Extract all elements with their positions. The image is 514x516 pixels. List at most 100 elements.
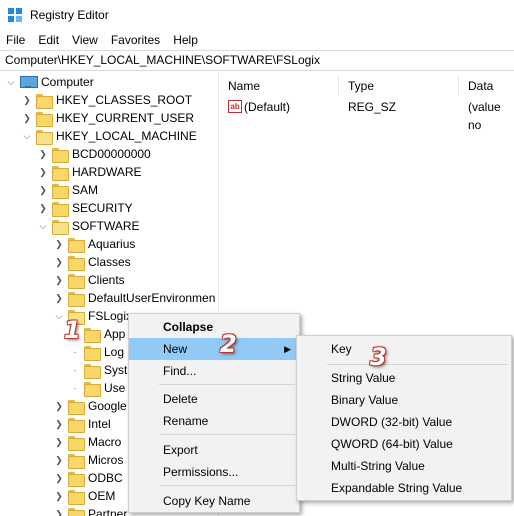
chevron-right-icon[interactable]: ❯ — [54, 469, 64, 487]
value-data: (value no — [468, 100, 501, 132]
table-row[interactable]: ab (Default) REG_SZ (value no — [222, 98, 514, 132]
chevron-right-icon[interactable]: ❯ — [54, 271, 64, 289]
submenu-item-binary-value[interactable]: Binary Value — [297, 389, 511, 411]
tree-item-label: Google — [88, 399, 127, 413]
menu-item-export[interactable]: Export — [129, 439, 299, 461]
chevron-right-icon[interactable]: ❯ — [54, 235, 64, 253]
menu-item-rename[interactable]: Rename — [129, 410, 299, 432]
chevron-right-icon[interactable]: ❯ — [22, 109, 32, 127]
tree-item-software[interactable]: ⌵ SOFTWARE — [38, 217, 140, 235]
submenu-item-dword-value[interactable]: DWORD (32-bit) Value — [297, 411, 511, 433]
menu-item-delete[interactable]: Delete — [129, 388, 299, 410]
tree-item-hklm[interactable]: ⌵ HKEY_LOCAL_MACHINE — [22, 127, 197, 145]
chevron-right-icon[interactable]: ❯ — [54, 433, 64, 451]
tree-line: · — [73, 365, 77, 375]
folder-icon — [36, 93, 53, 109]
step-callout-1: 1 — [64, 316, 81, 344]
tree-item-security[interactable]: ❯ SECURITY — [38, 199, 133, 217]
tree-item-label: App — [104, 327, 126, 341]
chevron-right-icon[interactable]: ❯ — [54, 505, 64, 516]
chevron-down-icon[interactable]: ⌵ — [54, 307, 64, 325]
tree-item-system[interactable]: · Syst — [70, 361, 127, 379]
folder-icon — [68, 489, 85, 505]
chevron-down-icon[interactable]: ⌵ — [38, 217, 48, 235]
folder-icon — [68, 417, 85, 433]
menu-edit[interactable]: Edit — [32, 30, 66, 50]
tree-item-sam[interactable]: ❯ SAM — [38, 181, 98, 199]
folder-icon — [68, 507, 85, 516]
chevron-right-icon[interactable]: ❯ — [54, 451, 64, 469]
tree-item-label: Computer — [41, 75, 94, 89]
tree-item-macromedia[interactable]: ❯ Macro — [54, 433, 121, 451]
menu-item-collapse[interactable]: Collapse — [129, 316, 299, 338]
folder-open-icon — [52, 219, 69, 235]
tree-item-hkcr[interactable]: ❯ HKEY_CLASSES_ROOT — [22, 91, 192, 109]
tree-item-bcd[interactable]: ❯ BCD00000000 — [38, 145, 151, 163]
tree-item-label: SECURITY — [72, 201, 133, 215]
tree-line: · — [73, 383, 77, 393]
chevron-right-icon[interactable]: ❯ — [38, 181, 48, 199]
menu-item-permissions[interactable]: Permissions... — [129, 461, 299, 483]
tree-item-hardware[interactable]: ❯ HARDWARE — [38, 163, 142, 181]
tree-item-label: Clients — [88, 273, 125, 287]
chevron-right-icon[interactable]: ❯ — [54, 397, 64, 415]
tree-item-label: Use — [104, 381, 126, 395]
folder-icon — [68, 399, 85, 415]
tree-item-oem[interactable]: ❯ OEM — [54, 487, 115, 505]
submenu-item-string-value[interactable]: String Value — [297, 367, 511, 389]
tree-item-logging[interactable]: · Log — [70, 343, 124, 361]
menu-item-copy-key-name[interactable]: Copy Key Name — [129, 490, 299, 512]
tree-item-label: DefaultUserEnvironmen — [88, 291, 216, 305]
tree-item-defaultuserenvironment[interactable]: ❯ DefaultUserEnvironmen — [54, 289, 215, 307]
submenu-item-key[interactable]: Key — [297, 338, 511, 360]
menu-view[interactable]: View — [66, 30, 105, 50]
column-divider[interactable] — [458, 76, 459, 96]
tree-item-odbc[interactable]: ❯ ODBC — [54, 469, 123, 487]
tree-item-computer[interactable]: ⌵ Computer — [6, 73, 94, 91]
menu-item-new[interactable]: New ▶ — [129, 338, 299, 360]
tree-item-microsoft[interactable]: ❯ Micros — [54, 451, 123, 469]
chevron-right-icon[interactable]: ❯ — [54, 289, 64, 307]
column-header-data[interactable]: Data — [468, 76, 493, 96]
chevron-right-icon[interactable]: ❯ — [38, 199, 48, 217]
tree-item-google[interactable]: ❯ Google — [54, 397, 127, 415]
value-name: (Default) — [244, 100, 291, 114]
address-bar[interactable]: Computer\HKEY_LOCAL_MACHINE\SOFTWARE\FSL… — [0, 50, 514, 71]
tree-item-aquarius[interactable]: ❯ Aquarius — [54, 235, 135, 253]
menu-help[interactable]: Help — [167, 30, 205, 50]
tree-item-intel[interactable]: ❯ Intel — [54, 415, 111, 433]
folder-icon — [68, 255, 85, 271]
column-header-name[interactable]: Name — [228, 76, 260, 96]
tree-item-label: HKEY_CURRENT_USER — [56, 111, 195, 125]
folder-icon — [68, 237, 85, 253]
chevron-right-icon[interactable]: ❯ — [38, 163, 48, 181]
submenu-item-expandable-string-value[interactable]: Expandable String Value — [297, 477, 511, 499]
context-menu: Collapse New ▶ Find... Delete Rename Exp… — [128, 313, 300, 513]
folder-icon — [52, 165, 69, 181]
tree-item-label: Classes — [88, 255, 131, 269]
tree-item-clients[interactable]: ❯ Clients — [54, 271, 125, 289]
tree-item-partner[interactable]: ❯ Partner — [54, 505, 127, 516]
column-divider[interactable] — [338, 76, 339, 96]
submenu-item-multi-string-value[interactable]: Multi-String Value — [297, 455, 511, 477]
menu-separator — [159, 384, 295, 385]
chevron-right-icon[interactable]: ❯ — [22, 91, 32, 109]
menu-item-find[interactable]: Find... — [129, 360, 299, 382]
tree-item-users[interactable]: · Use — [70, 379, 125, 397]
menu-item-label: New — [163, 342, 188, 356]
computer-icon — [20, 76, 38, 88]
chevron-down-icon[interactable]: ⌵ — [6, 73, 16, 91]
column-header-type[interactable]: Type — [348, 76, 374, 96]
menu-favorites[interactable]: Favorites — [105, 30, 167, 50]
title-bar: Registry Editor — [0, 0, 514, 30]
tree-item-classes[interactable]: ❯ Classes — [54, 253, 131, 271]
tree-item-hkcu[interactable]: ❯ HKEY_CURRENT_USER — [22, 109, 194, 127]
chevron-right-icon[interactable]: ❯ — [54, 487, 64, 505]
chevron-right-icon[interactable]: ❯ — [54, 415, 64, 433]
menu-file[interactable]: File — [0, 30, 32, 50]
submenu-item-qword-value[interactable]: QWORD (64-bit) Value — [297, 433, 511, 455]
chevron-right-icon[interactable]: ❯ — [54, 253, 64, 271]
chevron-down-icon[interactable]: ⌵ — [22, 127, 32, 145]
chevron-right-icon[interactable]: ❯ — [38, 145, 48, 163]
registry-editor-icon — [8, 8, 22, 22]
